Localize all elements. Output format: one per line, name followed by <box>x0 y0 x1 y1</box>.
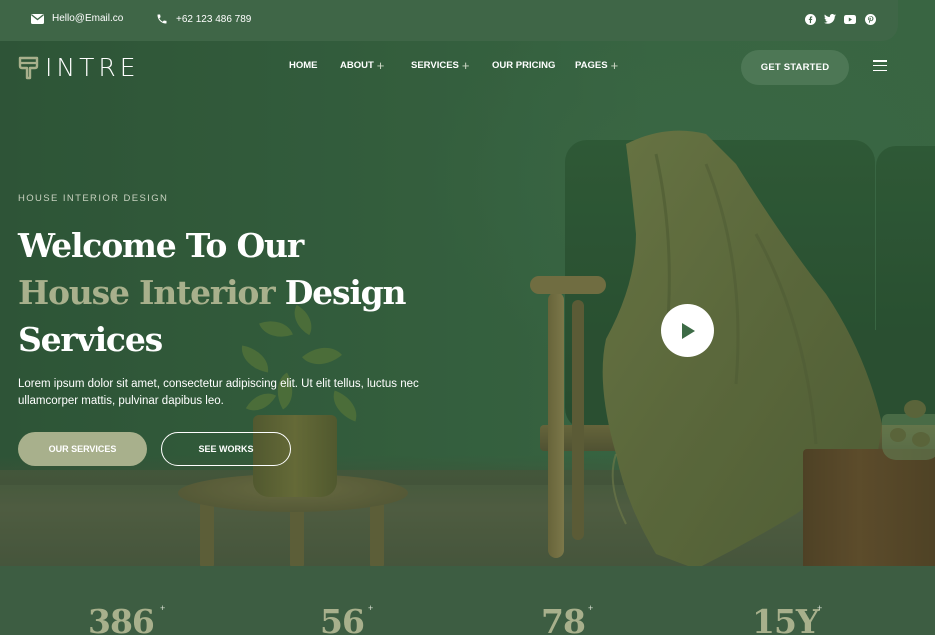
hero-title-accent: House Interior <box>18 273 276 312</box>
nav-services[interactable]: SERVICES + <box>411 58 470 73</box>
stat-value: 15Y <box>752 602 819 635</box>
get-started-button[interactable]: GET STARTED <box>741 50 849 85</box>
see-works-button[interactable]: SEE WORKS <box>161 432 291 466</box>
nav-about[interactable]: ABOUT + <box>340 58 385 73</box>
stat-plus: + <box>368 603 374 613</box>
nav-pages-label: PAGES <box>575 60 608 71</box>
stat-value: 56 <box>320 602 365 635</box>
hero-title-line3: Services <box>18 320 163 359</box>
email-contact[interactable]: Hello@Email.co <box>31 13 123 24</box>
hero-eyebrow: HOUSE INTERIOR DESIGN <box>18 193 169 204</box>
twitter-icon[interactable] <box>824 13 836 25</box>
stat-value: 386 <box>88 602 155 635</box>
nav-pages[interactable]: PAGES + <box>575 58 619 73</box>
play-video-button[interactable] <box>661 304 714 357</box>
youtube-icon[interactable] <box>844 13 856 25</box>
phone-contact[interactable]: +62 123 486 789 <box>156 13 251 25</box>
nav-our-pricing[interactable]: OUR PRICING <box>492 60 555 71</box>
plus-icon: + <box>610 58 619 73</box>
logo-text: INTRE <box>45 53 140 82</box>
hero-description: Lorem ipsum dolor sit amet, consectetur … <box>18 378 419 407</box>
facebook-icon[interactable] <box>804 13 816 25</box>
brand-logo[interactable]: INTRE <box>18 53 140 82</box>
hero-title-line2: House Interior Design <box>18 269 538 316</box>
hero-title-line2-rest: Design <box>274 273 407 312</box>
phone-text: +62 123 486 789 <box>176 13 252 25</box>
nav-home[interactable]: HOME <box>289 60 318 71</box>
stat-plus: + <box>160 603 166 613</box>
social-links <box>804 13 876 25</box>
stat-plus: + <box>817 603 823 613</box>
stat-plus: + <box>588 603 594 613</box>
paint-roller-icon <box>18 56 39 79</box>
plus-icon: + <box>461 58 470 73</box>
hamburger-menu-icon[interactable] <box>873 60 887 71</box>
nav-home-label: HOME <box>289 60 318 71</box>
contact-bar: Hello@Email.co +62 123 486 789 <box>0 0 898 41</box>
hero-title-line1: Welcome To Our <box>18 226 304 265</box>
hero-title: Welcome To Our House Interior Design Ser… <box>18 222 538 363</box>
phone-icon <box>157 14 167 24</box>
nav-our-pricing-label: OUR PRICING <box>492 60 556 71</box>
stat-value: 78 <box>541 602 586 635</box>
nav-about-label: ABOUT <box>340 60 374 71</box>
plus-icon: + <box>376 58 385 73</box>
nav-services-label: SERVICES <box>411 60 459 71</box>
our-services-button[interactable]: OUR SERVICES <box>18 432 147 466</box>
envelope-icon <box>31 13 44 24</box>
pinterest-icon[interactable] <box>864 13 876 25</box>
play-icon <box>681 322 695 339</box>
email-text: Hello@Email.co <box>52 13 124 24</box>
